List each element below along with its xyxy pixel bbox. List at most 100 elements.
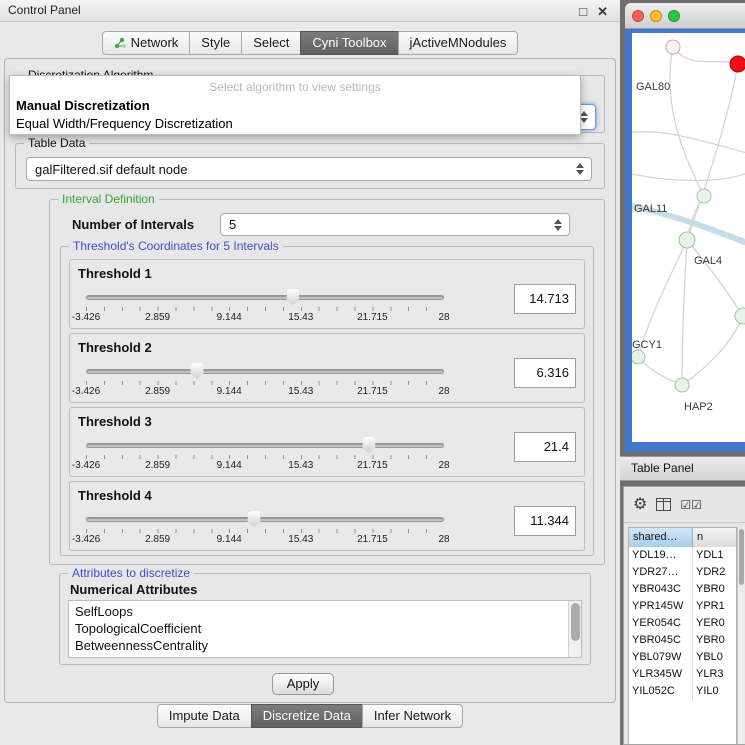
cell-shared-name[interactable]: YDL19… xyxy=(629,547,693,564)
node-label-gal4: GAL4 xyxy=(694,255,722,267)
attributes-section: Attributes to discretize Numerical Attri… xyxy=(59,573,591,665)
tick-label: 15.43 xyxy=(288,386,313,397)
cell-shared-name[interactable]: YER054C xyxy=(629,615,693,632)
close-panel-button[interactable]: ✕ xyxy=(597,1,608,22)
checkbox-select-icon[interactable]: ☑☑ xyxy=(680,499,702,511)
thresholds-section: Threshold's Coordinates for 5 Intervals … xyxy=(60,246,594,556)
slider-tick-labels: -3.426 2.859 9.144 15.43 21.715 28 xyxy=(86,460,444,472)
slider-track[interactable] xyxy=(86,369,444,374)
cell-name[interactable]: YDR2 xyxy=(693,564,736,581)
combo-arrows-icon xyxy=(580,111,588,123)
zoom-window-button[interactable] xyxy=(668,10,680,22)
tab-label: Style xyxy=(201,35,230,50)
gear-icon[interactable]: ⚙ xyxy=(633,497,647,513)
control-panel: Control Panel □ ✕ Network Style Select C… xyxy=(0,0,620,745)
dropdown-option-manual-discretization[interactable]: Manual Discretization xyxy=(16,98,574,113)
tab-impute-data[interactable]: Impute Data xyxy=(157,704,252,728)
table-row[interactable]: YLR345WYLR3 xyxy=(629,666,736,683)
cell-name[interactable]: YBR0 xyxy=(693,632,736,649)
cell-shared-name[interactable]: YPR145W xyxy=(629,598,693,615)
node-label-gal11: GAL11 xyxy=(634,203,667,215)
threshold-2-slider[interactable] xyxy=(86,362,444,380)
threshold-4-slider[interactable] xyxy=(86,510,444,528)
threshold-1-value-field[interactable]: 14.713 xyxy=(514,284,576,314)
number-of-intervals-select[interactable]: 5 xyxy=(220,213,570,236)
right-region: GAL80 GAL11 GAL4 GCY1 HAP2 Table Panel ⚙… xyxy=(620,0,745,745)
node-green-1[interactable] xyxy=(697,189,711,203)
node-gcy1[interactable] xyxy=(632,350,645,364)
cell-shared-name[interactable]: YBR045C xyxy=(629,632,693,649)
dropdown-option-equal-width-frequency[interactable]: Equal Width/Frequency Discretization xyxy=(16,116,574,131)
threshold-1-slider-thumb[interactable] xyxy=(286,289,299,305)
node-gal80[interactable] xyxy=(666,40,680,54)
scrollbar-thumb[interactable] xyxy=(571,603,580,641)
cell-shared-name[interactable]: YBL079W xyxy=(629,649,693,666)
cell-name[interactable]: YBR0 xyxy=(693,581,736,598)
tab-infer-network[interactable]: Infer Network xyxy=(362,704,463,728)
table-row[interactable]: YPR145WYPR1 xyxy=(629,598,736,615)
minimize-window-button[interactable] xyxy=(650,10,662,22)
table-row[interactable]: YDL19…YDL1 xyxy=(629,547,736,564)
list-scrollbar[interactable] xyxy=(568,601,581,657)
threshold-4-value-field[interactable]: 11.344 xyxy=(514,506,576,536)
tick-label: 2.859 xyxy=(145,312,170,323)
node-hap2[interactable] xyxy=(675,378,689,392)
threshold-3-slider[interactable] xyxy=(86,436,444,454)
tick-label: 15.43 xyxy=(288,460,313,471)
tab-cyni-toolbox[interactable]: Cyni Toolbox xyxy=(300,31,398,55)
threshold-1-slider[interactable] xyxy=(86,288,444,306)
cell-shared-name[interactable]: YDR27… xyxy=(629,564,693,581)
slider-track[interactable] xyxy=(86,517,444,522)
cell-name[interactable]: YBL0 xyxy=(693,649,736,666)
threshold-2-label: Threshold 2 xyxy=(78,340,152,355)
tab-jactivemodules[interactable]: jActiveMNodules xyxy=(398,31,519,55)
tab-discretize-data[interactable]: Discretize Data xyxy=(251,704,363,728)
table-row[interactable]: YER054CYER0 xyxy=(629,615,736,632)
cell-name[interactable]: YIL0 xyxy=(693,683,736,700)
attribute-item-betweennesscentrality[interactable]: BetweennessCentrality xyxy=(69,637,581,654)
threshold-3-slider-thumb[interactable] xyxy=(362,437,375,453)
cell-name[interactable]: YDL1 xyxy=(693,547,736,564)
threshold-2-value-field[interactable]: 6.316 xyxy=(514,358,576,388)
threshold-3-value-field[interactable]: 21.4 xyxy=(514,432,576,462)
cell-shared-name[interactable]: YLR345W xyxy=(629,666,693,683)
node-selected-red[interactable] xyxy=(730,56,745,72)
slider-ticks xyxy=(86,381,444,385)
columns-icon[interactable] xyxy=(656,498,671,511)
float-window-button[interactable]: □ xyxy=(579,1,587,22)
node-green-2[interactable] xyxy=(735,308,745,324)
tick-label: 9.144 xyxy=(217,386,242,397)
column-header-name[interactable]: n xyxy=(693,528,736,547)
apply-button[interactable]: Apply xyxy=(272,673,334,695)
table-data-select[interactable]: galFiltered.sif default node xyxy=(26,157,592,181)
table-row[interactable]: YBL079WYBL0 xyxy=(629,649,736,666)
threshold-4-slider-thumb[interactable] xyxy=(248,511,261,527)
slider-track[interactable] xyxy=(86,295,444,300)
cell-shared-name[interactable]: YIL052C xyxy=(629,683,693,700)
table-row[interactable]: YDR27…YDR2 xyxy=(629,564,736,581)
column-header-shared-name[interactable]: shared… xyxy=(629,528,693,547)
tab-network[interactable]: Network xyxy=(102,31,191,55)
table-row[interactable]: YIL052CYIL0 xyxy=(629,683,736,700)
table-scrollbar[interactable] xyxy=(737,527,745,744)
cell-name[interactable]: YPR1 xyxy=(693,598,736,615)
tab-select[interactable]: Select xyxy=(241,31,301,55)
tick-label: -3.426 xyxy=(72,460,100,471)
cell-name[interactable]: YER0 xyxy=(693,615,736,632)
node-gal4[interactable] xyxy=(679,232,695,248)
table-row[interactable]: YBR045CYBR0 xyxy=(629,632,736,649)
threshold-2-slider-thumb[interactable] xyxy=(190,363,203,379)
slider-track[interactable] xyxy=(86,443,444,448)
scrollbar-thumb[interactable] xyxy=(739,529,744,585)
table-row[interactable]: YBR043CYBR0 xyxy=(629,581,736,598)
numerical-attributes-label: Numerical Attributes xyxy=(70,582,197,597)
close-window-button[interactable] xyxy=(632,10,644,22)
tab-style[interactable]: Style xyxy=(189,31,242,55)
tick-label: 28 xyxy=(438,312,449,323)
cell-shared-name[interactable]: YBR043C xyxy=(629,581,693,598)
network-canvas[interactable]: GAL80 GAL11 GAL4 GCY1 HAP2 xyxy=(632,33,745,442)
attribute-item-selfloops[interactable]: SelfLoops xyxy=(69,603,581,620)
threshold-1-group: Threshold 1 -3.426 2.859 9.144 15.43 21.… xyxy=(69,259,585,329)
cell-name[interactable]: YLR3 xyxy=(693,666,736,683)
attribute-item-topologicalcoefficient[interactable]: TopologicalCoefficient xyxy=(69,620,581,637)
